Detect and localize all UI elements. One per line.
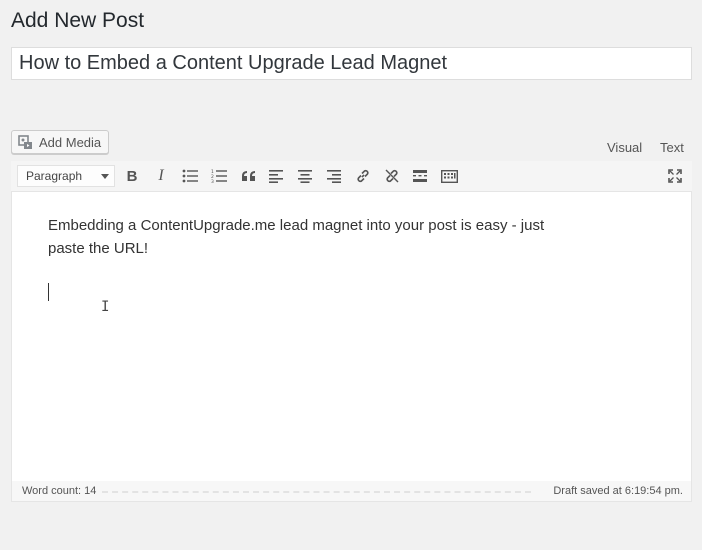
add-media-label: Add Media: [39, 134, 102, 150]
post-title-input[interactable]: [11, 47, 692, 80]
page-title: Add New Post: [11, 9, 145, 32]
mouse-ibeam-icon: I: [101, 299, 110, 315]
italic-button[interactable]: I: [150, 166, 172, 186]
format-select[interactable]: Paragraph: [17, 165, 115, 187]
align-right-button[interactable]: [323, 166, 345, 186]
editor-statusbar: Word count: 14 Draft saved at 6:19:54 pm…: [11, 481, 692, 502]
align-center-button[interactable]: [294, 166, 316, 186]
read-more-button[interactable]: [409, 166, 431, 186]
toolbar-toggle-button[interactable]: [438, 166, 460, 186]
tab-text[interactable]: Text: [660, 140, 684, 155]
chevron-down-icon: [101, 174, 109, 179]
insert-link-icon: [357, 169, 369, 183]
bold-button[interactable]: B: [121, 166, 143, 186]
numbered-list-icon: 1 2 3: [211, 169, 227, 183]
remove-link-button[interactable]: [381, 166, 403, 186]
draft-saved-status: Draft saved at 6:19:54 pm.: [553, 485, 683, 497]
add-media-icon: [18, 134, 34, 150]
align-left-button[interactable]: [265, 166, 287, 186]
fullscreen-button[interactable]: [664, 166, 686, 186]
bullet-list-button[interactable]: [179, 166, 201, 186]
bullet-list-icon: [182, 169, 198, 183]
text-cursor: [48, 283, 49, 301]
editor-toolbar: Paragraph B I 1 2 3: [11, 161, 692, 192]
align-left-icon: [269, 169, 283, 183]
align-center-icon: [298, 169, 312, 183]
resize-handle[interactable]: [102, 491, 531, 493]
read-more-icon: [413, 170, 427, 182]
toolbar-toggle-icon: [440, 169, 458, 183]
numbered-list-button[interactable]: 1 2 3: [208, 166, 230, 186]
fullscreen-icon: [668, 169, 682, 183]
insert-link-button[interactable]: [352, 166, 374, 186]
add-media-button[interactable]: Add Media: [11, 130, 110, 154]
blockquote-button[interactable]: [237, 166, 259, 186]
post-content-editor[interactable]: Embedding a ContentUpgrade.me lead magne…: [11, 192, 692, 481]
bold-icon: B: [126, 167, 138, 185]
align-right-icon: [327, 169, 341, 183]
italic-icon: I: [158, 167, 164, 184]
format-select-value: Paragraph: [26, 169, 83, 183]
tab-visual[interactable]: Visual: [607, 140, 642, 155]
word-count: Word count: 14: [22, 485, 97, 497]
editor-paragraph[interactable]: Embedding a ContentUpgrade.me lead magne…: [48, 214, 558, 260]
blockquote-icon: [241, 171, 255, 181]
svg-text:3: 3: [211, 179, 214, 183]
remove-link-icon: [385, 169, 399, 183]
